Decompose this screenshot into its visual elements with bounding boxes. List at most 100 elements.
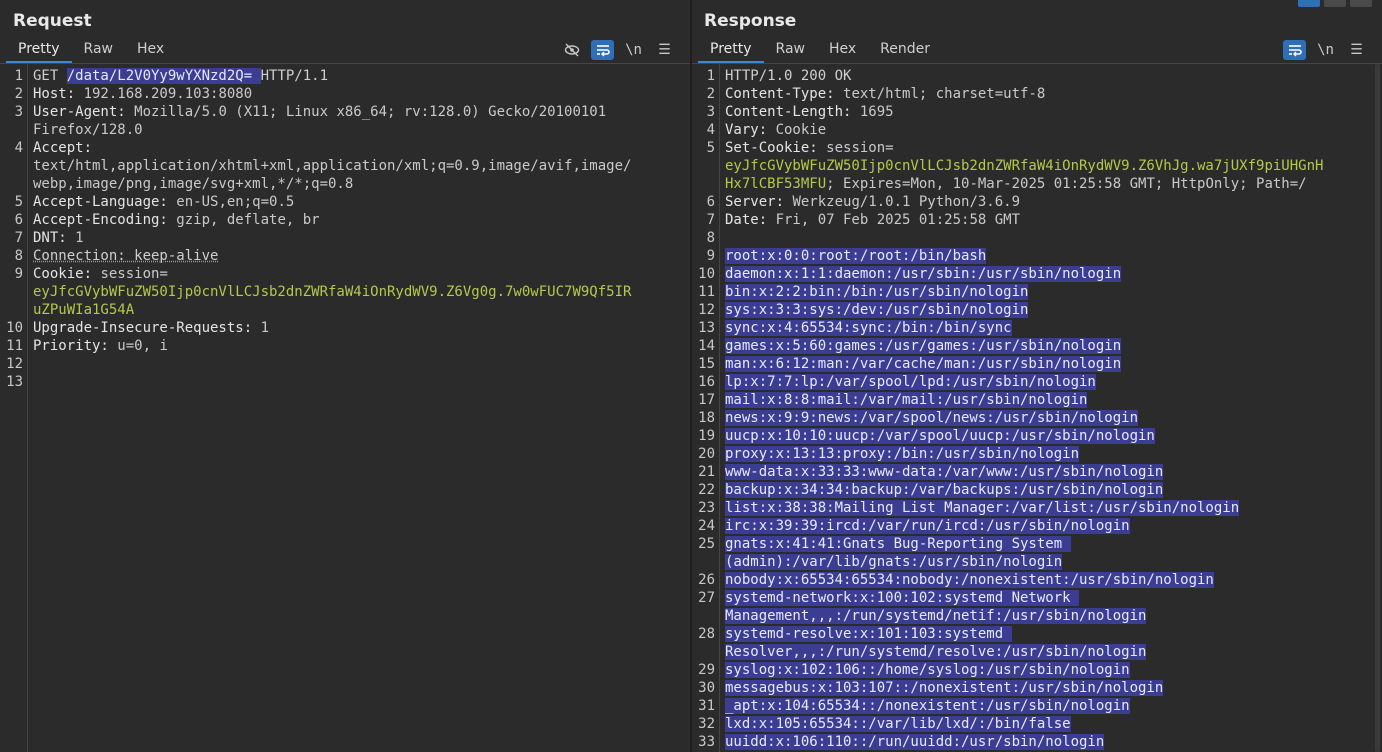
line-number [0, 283, 27, 301]
newline-icon[interactable]: \n [1314, 40, 1337, 60]
code-line: webp,image/png,image/svg+xml,*/*;q=0.8 [0, 175, 690, 193]
line-token: uuidd:x:106:110::/run/uuidd:/usr/sbin/no… [725, 734, 1105, 750]
code-line: eyJfcGVybWFuZW50Ijp0cnVlLCJsb2dnZWRfaW4i… [0, 283, 690, 301]
line-token: nobody:x:65534:65534:nobody:/nonexistent… [725, 572, 1214, 588]
line-number: 25 [698, 536, 715, 552]
line-text: Content-Length: 1695 [719, 103, 894, 121]
code-line: 1 GET /data/L2V0Yy9wYXNzd2Q= HTTP/1.1 [0, 67, 690, 85]
line-number: 31 [698, 698, 715, 714]
line-number [692, 175, 719, 193]
line-token: Management,,,:/run/systemd/netif:/usr/sb… [725, 608, 1147, 624]
line-number: 6 [14, 212, 23, 228]
line-number: 24 [698, 518, 715, 534]
line-number: 11 [6, 338, 23, 354]
line-text: messagebus:x:103:107::/nonexistent:/usr/… [719, 679, 1164, 697]
code-line: 30 messagebus:x:103:107::/nonexistent:/us… [692, 679, 1382, 697]
request-editor[interactable]: 1 GET /data/L2V0Yy9wYXNzd2Q= HTTP/1.1 2 Hos… [0, 64, 690, 752]
code-line: 5 Accept-Language: en-US,en;q=0.5 [0, 193, 690, 211]
tab-raw[interactable]: Raw [764, 39, 817, 63]
line-text: Management,,,:/run/systemd/netif:/usr/sb… [719, 607, 1147, 625]
line-text: root:x:0:0:root:/root:/bin/bash [719, 247, 987, 265]
line-token: session= [826, 140, 894, 156]
layout-horizontal-icon[interactable] [1324, 0, 1346, 7]
line-number: 2 [14, 86, 23, 102]
line-token: 1695 [859, 104, 894, 120]
wrap-lines-icon[interactable] [591, 40, 614, 60]
tab-pretty[interactable]: Pretty [698, 39, 764, 63]
code-line: Firefox/128.0 [0, 121, 690, 139]
line-text: lp:x:7:7:lp:/var/spool/lpd:/usr/sbin/nol… [719, 373, 1096, 391]
code-line: 21 www-data:x:33:33:www-data:/var/www:/us… [692, 463, 1382, 481]
response-lines: 1 HTTP/1.0 200 OK 2 Content-Type: text/html… [692, 67, 1382, 751]
line-text [719, 229, 733, 247]
line-token: eyJfcGVybWFuZW50Ijp0cnVlLCJsb2dnZWRfaW4i… [33, 284, 632, 300]
line-token: proxy:x:13:13:proxy:/bin:/usr/sbin/nolog… [725, 446, 1080, 462]
tab-hex[interactable]: Hex [817, 39, 868, 63]
code-line: 17 mail:x:8:8:mail:/var/mail:/usr/sbin/no… [692, 391, 1382, 409]
line-token: u=0, i [117, 338, 168, 354]
line-number [0, 301, 27, 319]
code-line: 12 sys:x:3:3:sys:/dev:/usr/sbin/nologin [692, 301, 1382, 319]
line-number [0, 157, 27, 175]
request-toolbar: \n ☰ [560, 39, 676, 61]
line-number: 33 [698, 734, 715, 750]
line-token: GET [33, 68, 67, 84]
line-token: bin:x:2:2:bin:/bin:/usr/sbin/nologin [725, 284, 1029, 300]
layout-split-icon[interactable] [1298, 0, 1320, 7]
line-token: Firefox/128.0 [33, 122, 143, 138]
line-token: Fri, 07 Feb 2025 01:25:58 GMT [775, 212, 1021, 228]
request-lines: 1 GET /data/L2V0Yy9wYXNzd2Q= HTTP/1.1 2 Hos… [0, 67, 690, 391]
line-number: 18 [698, 410, 715, 426]
line-token: www-data:x:33:33:www-data:/var/www:/usr/… [725, 464, 1164, 480]
tab-raw[interactable]: Raw [72, 39, 125, 63]
menu-icon[interactable]: ☰ [1345, 40, 1368, 60]
line-number: 9 [706, 248, 715, 264]
layout-tabs-icon[interactable] [1350, 0, 1372, 7]
line-token: /data/L2V0Yy9wYXNzd2Q= [66, 68, 261, 84]
line-token: root:x:0:0:root:/root:/bin/bash [725, 248, 987, 264]
line-number [692, 157, 719, 175]
menu-icon[interactable]: ☰ [653, 40, 676, 60]
code-line: 1 HTTP/1.0 200 OK [692, 67, 1382, 85]
tab-pretty[interactable]: Pretty [6, 39, 72, 63]
code-line: 32 lxd:x:105:65534::/var/lib/lxd/:/bin/fa… [692, 715, 1382, 733]
code-line: 19 uucp:x:10:10:uucp:/var/spool/uucp:/usr… [692, 427, 1382, 445]
line-token: Set-Cookie: [725, 140, 827, 156]
line-token: webp,image/png,image/svg+xml,*/*;q=0.8 [33, 176, 354, 192]
line-number: 10 [698, 266, 715, 282]
request-title: Request [13, 11, 92, 31]
line-token: systemd-resolve:x:101:103:systemd [725, 626, 1012, 642]
newline-icon[interactable]: \n [622, 40, 645, 60]
response-scrollbar[interactable] [1374, 64, 1382, 752]
line-number: 23 [698, 500, 715, 516]
code-line: 5 Set-Cookie: session= [692, 139, 1382, 157]
line-text: Accept-Encoding: gzip, deflate, br [27, 211, 320, 229]
wrap-lines-icon[interactable] [1283, 40, 1306, 60]
line-number: 28 [698, 626, 715, 642]
line-token: session= [100, 266, 168, 282]
line-text: Content-Type: text/html; charset=utf-8 [719, 85, 1045, 103]
line-token: uZPuWIa1G54A [33, 302, 135, 318]
response-tabs: Pretty Raw Hex Render [698, 39, 942, 63]
response-editor[interactable]: 1 HTTP/1.0 200 OK 2 Content-Type: text/html… [692, 64, 1382, 752]
hide-icon[interactable] [560, 40, 583, 60]
code-line: 9 Cookie: session= [0, 265, 690, 283]
line-token: 1 [260, 320, 270, 336]
tab-render[interactable]: Render [868, 39, 942, 63]
code-line: 6 Accept-Encoding: gzip, deflate, br [0, 211, 690, 229]
code-line: 26 nobody:x:65534:65534:nobody:/nonexiste… [692, 571, 1382, 589]
line-token: Cookie [775, 122, 827, 138]
line-text: bin:x:2:2:bin:/bin:/usr/sbin/nologin [719, 283, 1029, 301]
code-line: Resolver,,,:/run/systemd/resolve:/usr/sb… [692, 643, 1382, 661]
line-text [27, 373, 41, 391]
line-number: 20 [698, 446, 715, 462]
line-text: Cookie: session= [27, 265, 168, 283]
line-text: Accept: [27, 139, 92, 157]
line-number: 27 [698, 590, 715, 606]
line-token: Host: [33, 86, 84, 102]
line-text: backup:x:34:34:backup:/var/backups:/usr/… [719, 481, 1164, 499]
line-token: systemd-network:x:100:102:systemd Networ… [725, 590, 1080, 606]
tab-hex[interactable]: Hex [125, 39, 176, 63]
line-token: irc:x:39:39:ircd:/var/run/ircd:/usr/sbin… [725, 518, 1130, 534]
line-text: _apt:x:104:65534::/nonexistent:/usr/sbin… [719, 697, 1130, 715]
